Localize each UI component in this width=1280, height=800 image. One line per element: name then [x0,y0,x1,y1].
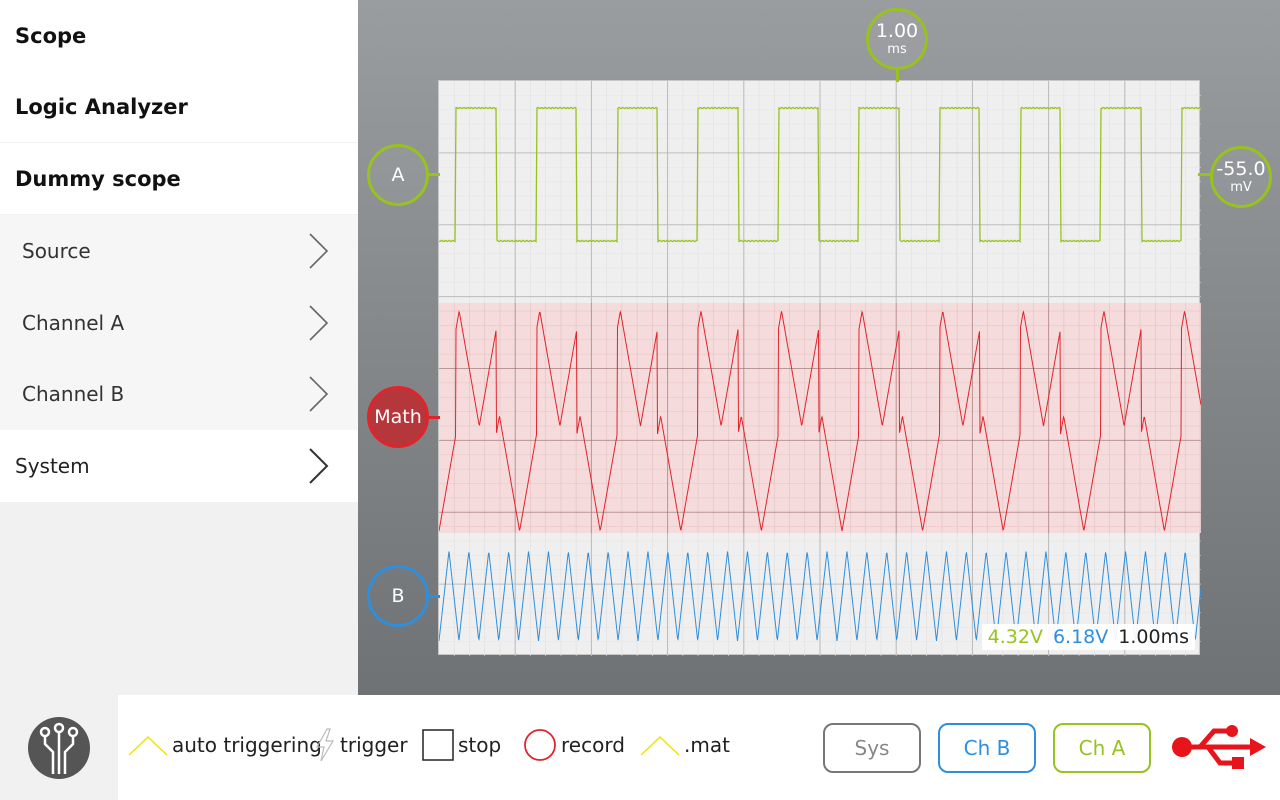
trigger-level-marker[interactable]: -55.0 mV [1210,146,1272,208]
sys-button-label: Sys [854,736,890,760]
chevron-right-icon [309,233,329,269]
chevron-right-icon [309,376,329,412]
ch-a-button[interactable]: Ch A [1053,723,1151,773]
timebase-unit: ms [887,42,907,57]
chevron-right-icon [309,305,329,341]
channel-a-marker[interactable]: A [367,144,429,206]
math-connector [428,416,440,419]
ch-a-button-label: Ch A [1078,736,1126,760]
menu-item-label: System [15,454,90,478]
trigger-bolt-icon [315,728,335,762]
timebase-readout: 1.00ms [1118,626,1189,648]
mat-icon [640,735,680,756]
waveform-display [439,81,1201,656]
timebase-marker[interactable]: 1.00 ms [866,8,928,70]
stop-button[interactable]: stop [422,725,501,765]
menu-item-channel-b[interactable]: Channel B [0,358,358,430]
record-button[interactable]: record [523,725,625,765]
trigger-unit: mV [1230,180,1252,195]
sidebar: Scope Logic Analyzer Dummy scope Source … [0,0,358,695]
channel-a-connector [428,173,440,176]
trigger-label: trigger [340,733,408,757]
trigger-button[interactable]: trigger [314,725,408,765]
menu-item-dummy-scope[interactable]: Dummy scope [0,143,358,214]
stop-icon [422,729,454,761]
measurement-readout: 4.32V 6.18V 1.00ms [981,624,1195,650]
logo-icon [28,716,90,779]
scope-grid[interactable]: 4.32V 6.18V 1.00ms [438,80,1201,656]
bottom-toolbar: auto triggering trigger stop record .mat [0,695,1280,800]
auto-trigger-icon [128,735,168,756]
ch-b-button-label: Ch B [963,736,1011,760]
auto-triggering-label: auto triggering [172,733,322,757]
app: Scope Logic Analyzer Dummy scope Source … [0,0,1280,800]
mat-export-button[interactable]: .mat [640,725,730,765]
math-marker[interactable]: Math [367,386,429,448]
channel-b-marker[interactable]: B [367,565,429,627]
timebase-value: 1.00 [875,20,919,42]
ch-b-button[interactable]: Ch B [938,723,1036,773]
channel-b-readout: 6.18V [1052,626,1109,648]
menu-item-system[interactable]: System [0,430,358,502]
menu-item-label: Channel B [22,382,125,406]
timebase-connector [896,70,899,82]
menu-item-channel-a[interactable]: Channel A [0,287,358,359]
menu-item-label: Channel A [22,311,125,335]
auto-triggering-button[interactable]: auto triggering [128,725,322,765]
menu-item-label: Dummy scope [15,166,181,191]
record-icon [524,729,556,761]
trigger-value: -55.0 [1216,158,1266,180]
channel-a-label: A [391,163,405,186]
sys-button[interactable]: Sys [823,723,921,773]
menu-item-label: Source [22,239,91,263]
menu-item-source[interactable]: Source [0,215,358,287]
channel-a-readout: 4.32V [987,626,1043,648]
logo[interactable] [0,695,118,800]
channel-b-connector [428,595,440,598]
usb-icon[interactable] [1170,723,1266,771]
math-label: Math [374,405,422,428]
mat-label: .mat [684,733,730,757]
record-label: record [561,733,625,757]
menu-item-label: Logic Analyzer [15,94,188,119]
menu-item-label: Scope [15,23,87,48]
stop-label: stop [458,733,502,757]
channel-b-label: B [391,584,405,607]
chevron-right-icon [309,448,329,484]
menu-item-logic-analyzer[interactable]: Logic Analyzer [0,71,358,142]
menu-item-scope[interactable]: Scope [0,0,358,71]
